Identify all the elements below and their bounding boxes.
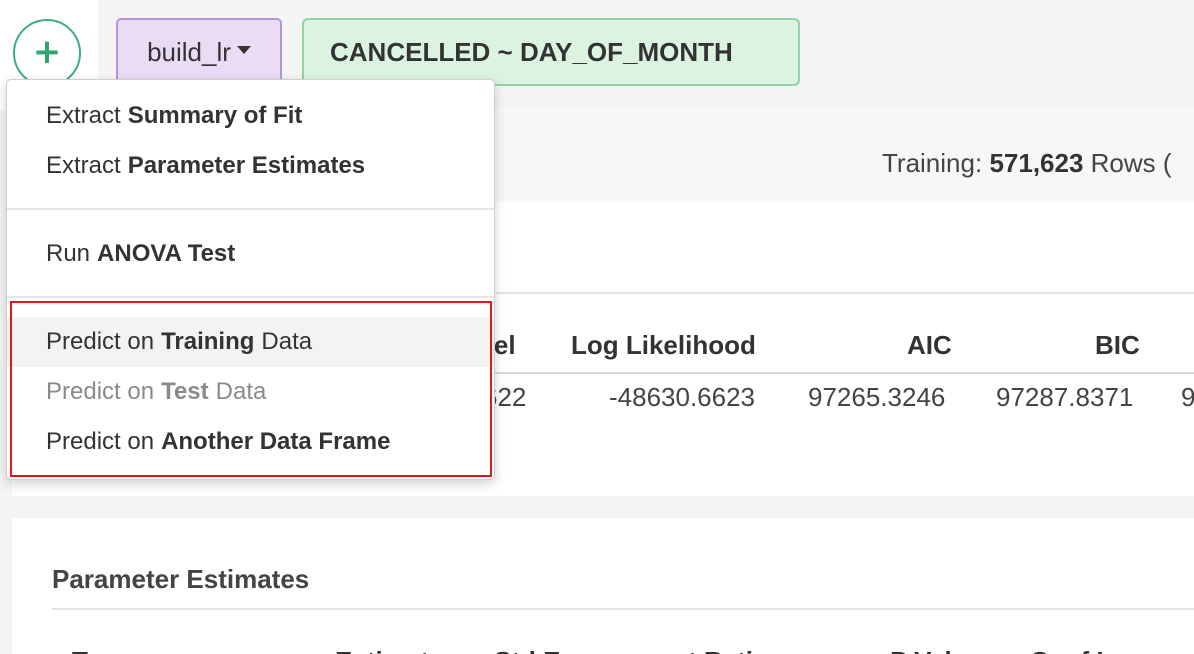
cell-aic: 97265.3246: [808, 382, 946, 412]
analytics-view: + build_lr CANCELLED ~ DAY_OF_MONTH Trai…: [0, 0, 1194, 654]
training-label: Training:: [882, 148, 983, 178]
param-column-p-value[interactable]: P Value: [890, 646, 982, 654]
parameter-estimates-title: Parameter Estimates: [52, 564, 310, 594]
param-column-t-ratio[interactable]: t Ratio: [688, 646, 769, 654]
column-header-bic[interactable]: BIC: [1095, 330, 1140, 361]
menu-item-extract-summary[interactable]: Extract Summary of Fit: [7, 91, 494, 141]
training-info: Training: 571,623 Rows (: [882, 148, 1172, 179]
column-header-aic[interactable]: AIC: [907, 330, 952, 361]
training-suffix: Rows (: [1090, 148, 1172, 178]
menu-item-prefix: Extract: [46, 102, 121, 129]
model-actions-menu: Extract Summary of Fit Extract Parameter…: [6, 79, 495, 480]
menu-item-suffix: Data: [215, 378, 267, 405]
add-step-button[interactable]: +: [13, 19, 81, 87]
formula-chip[interactable]: CANCELLED ~ DAY_OF_MONTH: [302, 18, 800, 86]
parameter-estimates-panel: Parameter Estimates Term Estimate Std Er…: [12, 518, 1194, 654]
menu-item-bold: Another Data Frame: [161, 428, 391, 455]
formula-label: CANCELLED ~ DAY_OF_MONTH: [330, 36, 733, 67]
param-column-std-error[interactable]: Std Error: [494, 646, 607, 654]
menu-item-bold: Training: [161, 328, 255, 355]
menu-item-bold: ANOVA Test: [97, 240, 236, 267]
menu-item-bold: Test: [161, 378, 209, 405]
menu-item-prefix: Predict on: [46, 328, 155, 355]
menu-item-bold: Parameter Estimates: [127, 152, 366, 179]
menu-item-bold: Summary of Fit: [127, 102, 303, 129]
menu-item-suffix: Data: [261, 328, 313, 355]
column-header-log-likelihood[interactable]: Log Likelihood: [571, 330, 756, 361]
menu-item-predict-another-frame[interactable]: Predict on Another Data Frame: [7, 417, 494, 467]
param-column-estimate[interactable]: Estimate: [335, 646, 443, 654]
model-dropdown-chip[interactable]: build_lr: [116, 18, 282, 86]
menu-item-extract-parameters[interactable]: Extract Parameter Estimates: [7, 141, 494, 191]
menu-item-run-anova[interactable]: Run ANOVA Test: [7, 229, 494, 279]
menu-item-predict-test: Predict on Test Data: [7, 367, 494, 417]
training-rows: 571,623: [989, 148, 1084, 178]
chevron-down-icon: [236, 46, 251, 54]
menu-item-prefix: Extract: [46, 152, 121, 179]
plus-icon: +: [32, 31, 62, 72]
param-column-term[interactable]: Term: [72, 646, 134, 654]
menu-item-prefix: Predict on: [46, 378, 155, 405]
menu-item-prefix: Run: [46, 240, 91, 267]
cell-next: 9: [1181, 382, 1194, 412]
menu-item-predict-training[interactable]: Predict on Training Data: [7, 317, 494, 367]
cell-log-likelihood: -48630.6623: [609, 382, 756, 412]
parameter-estimates-divider: [52, 608, 1194, 610]
menu-divider: [7, 208, 494, 210]
param-column-conf-low[interactable]: Conf Low: [1030, 646, 1148, 654]
menu-item-prefix: Predict on: [46, 428, 155, 455]
model-chip-label: build_lr: [147, 36, 231, 67]
menu-divider: [7, 296, 494, 298]
cell-bic: 97287.8371: [996, 382, 1134, 412]
